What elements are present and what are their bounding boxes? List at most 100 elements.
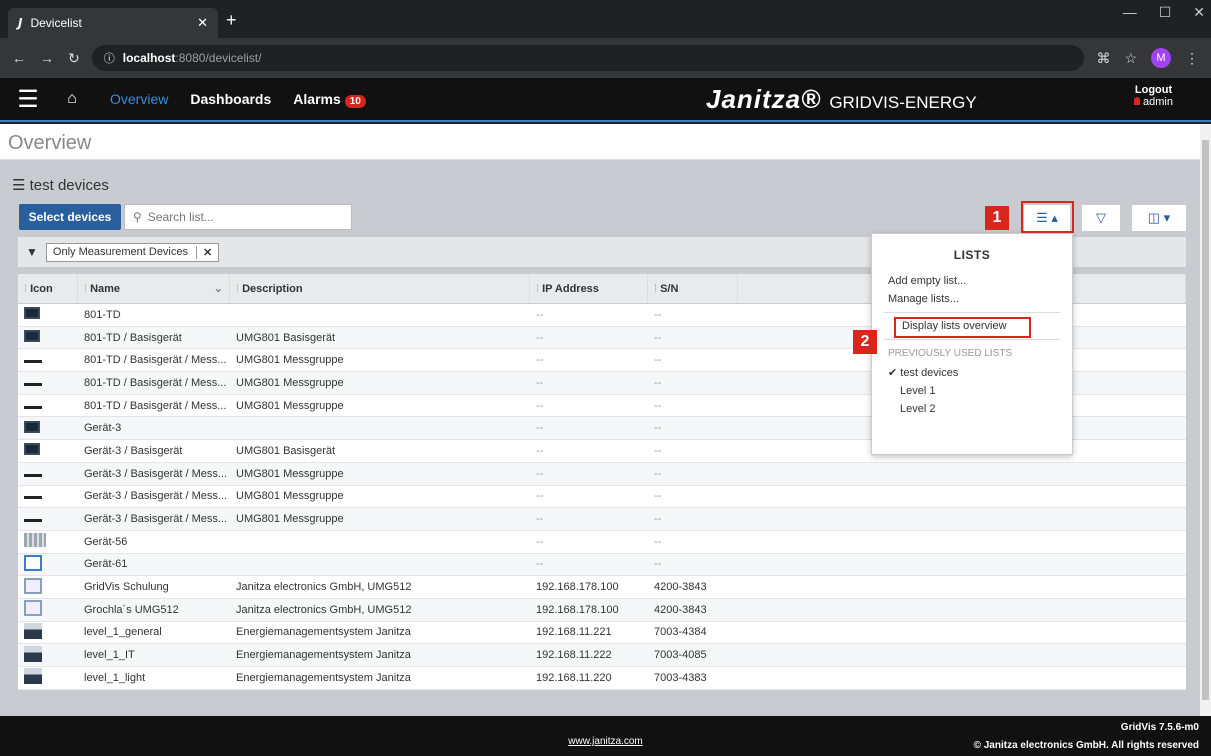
filter-icon: ▽ <box>1096 210 1106 225</box>
columns-button[interactable]: ◫ ▾ <box>1131 204 1187 232</box>
cell-name: Gerät-3 <box>84 422 122 435</box>
browser-tabbar: J Devicelist ✕ + — ☐ ✕ <box>0 0 1211 38</box>
cell-ip: -- <box>536 467 544 480</box>
profile-avatar[interactable]: M <box>1151 48 1171 68</box>
device-screen2-icon <box>24 600 42 617</box>
scrollbar-thumb[interactable] <box>1202 140 1209 700</box>
cell-ip: 192.168.11.222 <box>536 649 612 662</box>
cell-description: Energiemanagementsystem Janitza <box>236 671 411 684</box>
browser-menu-icon[interactable]: ⋮ <box>1185 50 1199 67</box>
list-icon: ☰ <box>12 177 30 194</box>
version-label: GridVis 7.5.6-m0 <box>1120 722 1199 733</box>
back-icon[interactable]: ← <box>12 50 26 67</box>
cell-name: 801-TD / Basisgerät <box>84 331 182 344</box>
address-bar: ← → ↻ ⓘ localhost:8080/devicelist/ ⌘ ☆ M… <box>0 38 1211 78</box>
info-icon[interactable]: ⓘ <box>104 50 115 66</box>
list-item-test-devices[interactable]: ✔ test devices <box>872 363 1072 382</box>
maximize-icon[interactable]: ☐ <box>1159 4 1172 21</box>
cell-name: 801-TD <box>84 308 121 321</box>
cell-description: UMG801 Messgruppe <box>236 376 344 389</box>
remove-filter-icon[interactable]: ✕ <box>196 245 212 259</box>
previously-used-header: PREVIOUSLY USED LISTS <box>888 348 1013 359</box>
cell-sn: 4200-3843 <box>654 603 707 616</box>
close-window-icon[interactable]: ✕ <box>1193 4 1205 21</box>
table-row[interactable]: level_1_IT Energiemanagementsystem Janitz… <box>18 644 1186 667</box>
minimize-icon[interactable]: — <box>1123 4 1137 21</box>
cell-sn: -- <box>654 331 662 344</box>
table-row[interactable]: Gerät-3 / Basisgerät / Mess... UMG801 Mes… <box>18 486 1186 509</box>
col-name[interactable]: ⁞ Name ⌄ <box>78 274 230 303</box>
filter-chip[interactable]: Only Measurement Devices ✕ <box>45 242 220 262</box>
col-description[interactable]: ⁞ Description <box>230 274 530 303</box>
cell-ip: -- <box>536 399 544 412</box>
col-sn[interactable]: ⁞ S/N <box>648 274 738 303</box>
device-box-icon <box>24 307 40 320</box>
device-box-icon <box>24 420 40 433</box>
col-icon[interactable]: ⁞ Icon <box>18 274 78 303</box>
cell-description: UMG801 Messgruppe <box>236 490 344 503</box>
nav-dashboards[interactable]: Dashboards <box>190 91 271 107</box>
list-item-level-1[interactable]: Level 1 <box>872 382 1072 400</box>
home-icon[interactable]: ⌂ <box>56 90 88 108</box>
cell-name: level_1_general <box>84 626 162 639</box>
cell-name: Gerät-61 <box>84 558 128 571</box>
new-tab-icon[interactable]: + <box>226 10 237 31</box>
nav-overview[interactable]: Overview <box>110 91 168 107</box>
cell-description: Energiemanagementsystem Janitza <box>236 649 411 662</box>
nav-alarms[interactable]: Alarms 10 <box>293 91 366 108</box>
device-screen-icon <box>24 554 42 571</box>
table-row[interactable]: Grochla´s UMG512 Janitza electronics GmbH… <box>18 598 1186 622</box>
cell-name: 801-TD / Basisgerät / Mess... <box>84 399 227 412</box>
page-scrollbar[interactable] <box>1200 124 1211 716</box>
cell-ip: 192.168.178.100 <box>536 603 619 616</box>
reload-icon[interactable]: ↻ <box>68 50 80 67</box>
cell-ip: 192.168.11.221 <box>536 626 612 639</box>
table-row[interactable]: Gerät-61 -- -- <box>18 553 1186 577</box>
forward-icon[interactable]: → <box>40 50 54 67</box>
logout-button[interactable]: Logout admin <box>1134 84 1173 108</box>
list-title-text: test devices <box>29 177 109 194</box>
table-row[interactable]: Gerät-56 -- -- <box>18 531 1186 554</box>
cell-ip: -- <box>536 535 544 548</box>
select-devices-button[interactable]: Select devices <box>19 204 121 230</box>
sort-chevron-icon[interactable]: ⌄ <box>214 282 223 295</box>
device-rack-icon <box>24 533 46 548</box>
url-field[interactable]: ⓘ localhost:8080/devicelist/ <box>91 45 1085 71</box>
hamburger-menu-icon[interactable]: ☰ <box>0 85 56 114</box>
cell-ip: -- <box>536 444 544 457</box>
table-row[interactable]: GridVis Schulung Janitza electronics GmbH… <box>18 576 1186 599</box>
device-umg-icon <box>24 668 42 685</box>
highlight-box-1 <box>1021 201 1074 233</box>
device-bar-icon <box>24 405 42 409</box>
cell-sn: -- <box>654 467 662 480</box>
table-row[interactable]: Gerät-3 / Basisgerät / Mess... UMG801 Mes… <box>18 508 1186 531</box>
device-box-icon <box>24 330 40 343</box>
bookmark-star-icon[interactable]: ☆ <box>1124 50 1137 67</box>
url-path: :8080/devicelist/ <box>175 51 262 65</box>
device-bar-icon <box>24 496 42 500</box>
table-row[interactable]: Gerät-3 / Basisgerät / Mess... UMG801 Mes… <box>18 462 1186 486</box>
manage-lists-item[interactable]: Manage lists... <box>872 290 1072 308</box>
search-input[interactable]: ⚲ Search list... <box>124 204 352 230</box>
list-item-level-2[interactable]: Level 2 <box>872 400 1072 418</box>
translate-icon[interactable]: ⌘ <box>1096 50 1110 67</box>
app-footer: www.janitza.com GridVis 7.5.6-m0 © Janit… <box>0 716 1211 756</box>
browser-tab[interactable]: J Devicelist ✕ <box>8 8 218 38</box>
add-empty-list-item[interactable]: Add empty list... <box>872 272 1072 290</box>
table-row[interactable]: level_1_light Energiemanagementsystem Jan… <box>18 667 1186 690</box>
cell-name: Gerät-3 / Basisgerät / Mess... <box>84 490 228 503</box>
search-placeholder: Search list... <box>147 210 214 224</box>
columns-icon: ◫ ▾ <box>1147 210 1171 225</box>
cell-name: level_1_light <box>84 671 146 684</box>
cell-description: UMG801 Basisgerät <box>236 331 336 344</box>
close-tab-icon[interactable]: ✕ <box>197 15 208 31</box>
list-title: ☰ test devices <box>12 176 109 194</box>
table-row[interactable]: level_1_general Energiemanagementsystem J… <box>18 622 1186 645</box>
url-host: localhost <box>122 51 176 65</box>
filter-button[interactable]: ▽ <box>1081 204 1121 232</box>
cell-sn: -- <box>654 376 662 389</box>
device-bar-icon <box>24 382 42 386</box>
cell-sn: -- <box>654 535 662 548</box>
cell-ip: 192.168.11.220 <box>536 671 612 684</box>
col-ip-address[interactable]: ⁞ IP Address <box>530 274 648 303</box>
